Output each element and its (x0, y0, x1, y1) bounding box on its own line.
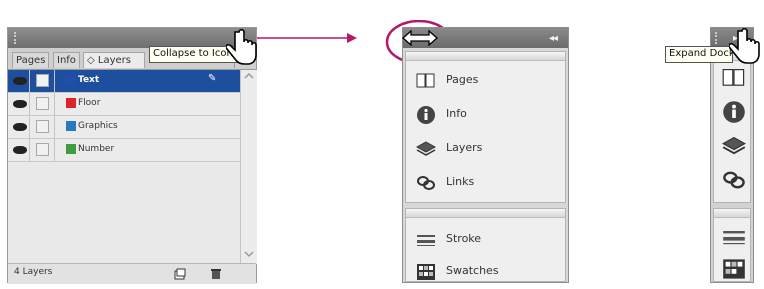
item-label: Swatches (446, 264, 499, 277)
layers-icon[interactable] (722, 134, 746, 158)
column-divider (29, 139, 30, 161)
grip-handle[interactable] (715, 32, 723, 44)
item-label: Links (446, 175, 475, 188)
layer-color-swatch (66, 75, 76, 85)
layers-panel: ◂◂ Pages Info ◇ Layers Text ✎ Floor Graphic… (7, 27, 257, 284)
layer-color-swatch (66, 121, 76, 131)
stroke-icon[interactable] (722, 225, 746, 249)
item-label: Info (446, 107, 467, 120)
links-icon[interactable] (722, 168, 746, 192)
tooltip-expand: Expand Docks (665, 46, 733, 63)
resize-cursor-icon (402, 30, 438, 46)
layer-name: Graphics (78, 121, 118, 131)
layer-count: 4 Layers (14, 267, 53, 277)
layer-row[interactable]: Graphics (8, 116, 240, 139)
icon-group-1 (713, 51, 751, 203)
icon-group-2 (713, 208, 751, 282)
column-divider (29, 93, 30, 115)
trash-icon[interactable] (210, 267, 222, 280)
panel-group-1: Pages Info Layers Links (405, 51, 566, 203)
column-divider (29, 70, 30, 92)
layer-color-swatch (66, 144, 76, 154)
eye-visibility-icon[interactable] (13, 123, 27, 131)
grip-handle[interactable] (14, 32, 24, 44)
scroll-up-icon[interactable] (243, 72, 255, 80)
panel-titlebar[interactable]: ◂◂ (8, 28, 256, 48)
layers-icon (416, 141, 436, 156)
pages-icon (416, 73, 435, 88)
eye-visibility-icon[interactable] (13, 146, 27, 154)
group-header[interactable] (406, 52, 565, 61)
item-swatches[interactable]: Swatches (406, 255, 571, 289)
tab-pages[interactable]: Pages (12, 52, 50, 68)
status-bar: 4 Layers (8, 263, 256, 284)
panel-group-2: Stroke Swatches (405, 208, 566, 282)
collapse-arrows-icon[interactable]: ◂◂ (549, 33, 558, 44)
layer-name: Number (78, 144, 115, 154)
column-divider (54, 139, 55, 161)
item-label: Stroke (446, 232, 482, 245)
eye-visibility-icon[interactable] (13, 100, 27, 108)
tab-info[interactable]: Info (53, 52, 80, 68)
layer-name: Text (78, 75, 100, 85)
lock-toggle[interactable] (36, 74, 49, 87)
hand-cursor-icon (226, 28, 257, 65)
group-header[interactable] (714, 209, 750, 218)
item-links[interactable]: Links (406, 166, 571, 200)
group-header[interactable] (406, 209, 565, 218)
column-divider (29, 116, 30, 138)
column-divider (54, 70, 55, 92)
scroll-down-icon[interactable] (243, 250, 255, 258)
item-label: Layers (446, 141, 483, 154)
tab-layers[interactable]: ◇ Layers (83, 52, 145, 68)
vertical-scrollbar[interactable] (240, 70, 257, 264)
swatches-icon[interactable] (722, 257, 746, 281)
links-icon (417, 176, 435, 190)
collapsed-panel: ◂◂ Pages Info Layers Links Stroke Swatch… (402, 27, 569, 283)
layer-list-empty-area (8, 162, 240, 263)
stroke-icon (417, 235, 435, 246)
column-divider (54, 93, 55, 115)
swatches-icon (417, 264, 435, 280)
layer-row[interactable]: Number (8, 139, 240, 162)
layer-name: Floor (78, 98, 101, 108)
layer-row[interactable]: Text ✎ (8, 70, 240, 93)
info-icon[interactable] (722, 100, 746, 124)
lock-toggle[interactable] (36, 97, 49, 110)
new-layer-icon[interactable] (174, 268, 186, 280)
item-pages[interactable]: Pages (406, 64, 571, 98)
layer-color-swatch (66, 98, 76, 108)
item-stroke[interactable]: Stroke (406, 223, 571, 257)
layer-row[interactable]: Floor (8, 93, 240, 116)
item-layers[interactable]: Layers (406, 132, 571, 166)
lock-toggle[interactable] (36, 120, 49, 133)
eye-visibility-icon[interactable] (13, 77, 27, 85)
pen-icon: ✎ (208, 73, 217, 84)
info-icon (417, 106, 435, 124)
item-info[interactable]: Info (406, 98, 571, 132)
lock-toggle[interactable] (36, 143, 49, 156)
hand-cursor-icon (729, 27, 760, 64)
item-label: Pages (446, 73, 479, 86)
column-divider (54, 116, 55, 138)
